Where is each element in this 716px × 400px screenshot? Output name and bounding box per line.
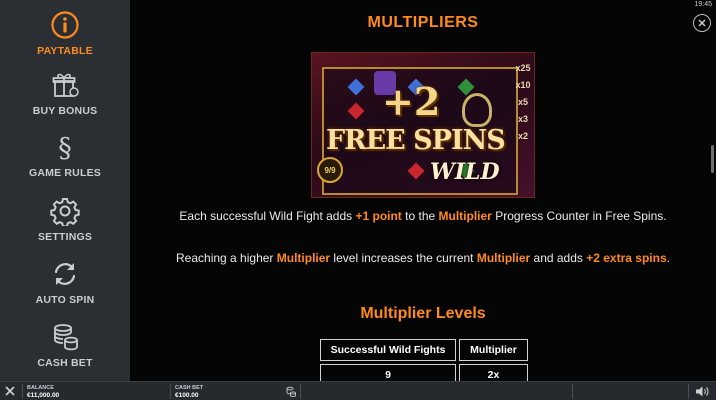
- multiplier-value: x3: [517, 114, 528, 124]
- section-title: Multiplier Levels: [360, 305, 486, 322]
- laurel-icon: [462, 93, 492, 127]
- speaker-icon[interactable]: [695, 385, 709, 398]
- multiplier-value: x10: [515, 80, 531, 90]
- sidebar-item-label: SETTINGS: [37, 231, 93, 243]
- multiplier-levels-table: Successful Wild Fights Multiplier 9 2x: [317, 336, 531, 381]
- text: Progress Counter in Free Spins.: [491, 209, 667, 223]
- divider: [22, 384, 23, 399]
- sidebar-item-label: BUY BONUS: [32, 105, 98, 117]
- highlight-text: +1 point: [355, 209, 402, 223]
- text: Reaching a higher: [176, 251, 277, 265]
- coins-icon[interactable]: [286, 386, 296, 397]
- text: Each successful Wild Fight adds: [179, 209, 356, 223]
- multiplier-ladder: x25 x10 x5 x3 x2: [514, 63, 532, 141]
- sidebar-item-auto-spin[interactable]: AUTO SPIN: [0, 259, 130, 319]
- page-title: MULTIPLIERS: [367, 14, 479, 31]
- wild-text: WILD: [430, 159, 500, 185]
- free-spins-text: FREE SPINS: [326, 125, 506, 156]
- coins-icon: [54, 324, 78, 351]
- multiplier-value: x2: [517, 131, 528, 141]
- table-row: 9 2x: [320, 364, 528, 381]
- sidebar-item-label: PAYTABLE: [37, 45, 93, 57]
- svg-text:§: §: [58, 133, 72, 162]
- sidebar-item-label: CASH BET: [37, 357, 93, 369]
- info-icon: [51, 11, 79, 39]
- free-spins-illustration: +2 FREE SPINS WILD 9/9 x25 x10 x5 x3 x2: [311, 52, 535, 198]
- table-cell: 9: [320, 364, 456, 381]
- clock: 19:45: [694, 1, 712, 8]
- section-icon: §: [58, 133, 72, 162]
- text: level increases the current: [330, 251, 477, 265]
- gift-icon: [52, 73, 79, 97]
- refresh-icon: [54, 263, 76, 285]
- close-icon[interactable]: [4, 385, 16, 397]
- table-header-row: Successful Wild Fights Multiplier: [320, 339, 528, 361]
- progress-badge: 9/9: [317, 157, 343, 183]
- sidebar-item-buy-bonus[interactable]: BUY BONUS: [0, 70, 130, 130]
- highlight-text: Multiplier: [438, 209, 492, 223]
- sidebar: PAYTABLE BUY BONUS § GAME RULES SETTINGS: [0, 0, 130, 381]
- text: to the: [401, 209, 439, 223]
- bottom-bar: BALANCE €11,000.00 CASH BET €100.00: [0, 381, 716, 400]
- divider: [170, 384, 171, 399]
- divider: [572, 384, 573, 399]
- sidebar-item-label: GAME RULES: [28, 167, 101, 179]
- gear-icon: [50, 198, 80, 226]
- cash-bet-label: CASH BET: [175, 385, 204, 391]
- sidebar-item-settings[interactable]: SETTINGS: [0, 196, 130, 256]
- column-header: Successful Wild Fights: [320, 339, 456, 361]
- highlight-text: Multiplier: [476, 251, 531, 265]
- multiplier-value: x5: [517, 97, 528, 107]
- highlight-text: Multiplier: [276, 251, 331, 265]
- table-cell: 2x: [459, 364, 528, 381]
- scrollbar-thumb[interactable]: [711, 145, 714, 173]
- sidebar-item-label: AUTO SPIN: [35, 294, 95, 306]
- balance-label: BALANCE: [27, 385, 54, 391]
- text: .: [666, 251, 670, 265]
- description-paragraph: Reaching a higher Multiplier level incre…: [160, 251, 686, 266]
- text: and adds: [530, 251, 587, 265]
- highlight-text: +2 extra spins: [586, 251, 667, 265]
- cash-bet-value: €100.00: [175, 392, 199, 399]
- divider: [688, 384, 689, 399]
- paytable-content[interactable]: 19:45 MULTIPLIERS +2 FREE SPINS WILD 9/9…: [130, 0, 716, 381]
- column-header: Multiplier: [459, 339, 528, 361]
- sidebar-item-cash-bet[interactable]: CASH BET: [0, 322, 130, 382]
- sidebar-item-game-rules[interactable]: § GAME RULES: [0, 132, 130, 192]
- divider: [300, 384, 301, 399]
- balance-value: €11,000.00: [27, 392, 60, 399]
- plus-two-text: +2: [382, 79, 441, 124]
- description-paragraph: Each successful Wild Fight adds +1 point…: [160, 209, 686, 224]
- sidebar-item-paytable[interactable]: PAYTABLE: [0, 10, 130, 70]
- multiplier-value: x25: [515, 63, 531, 73]
